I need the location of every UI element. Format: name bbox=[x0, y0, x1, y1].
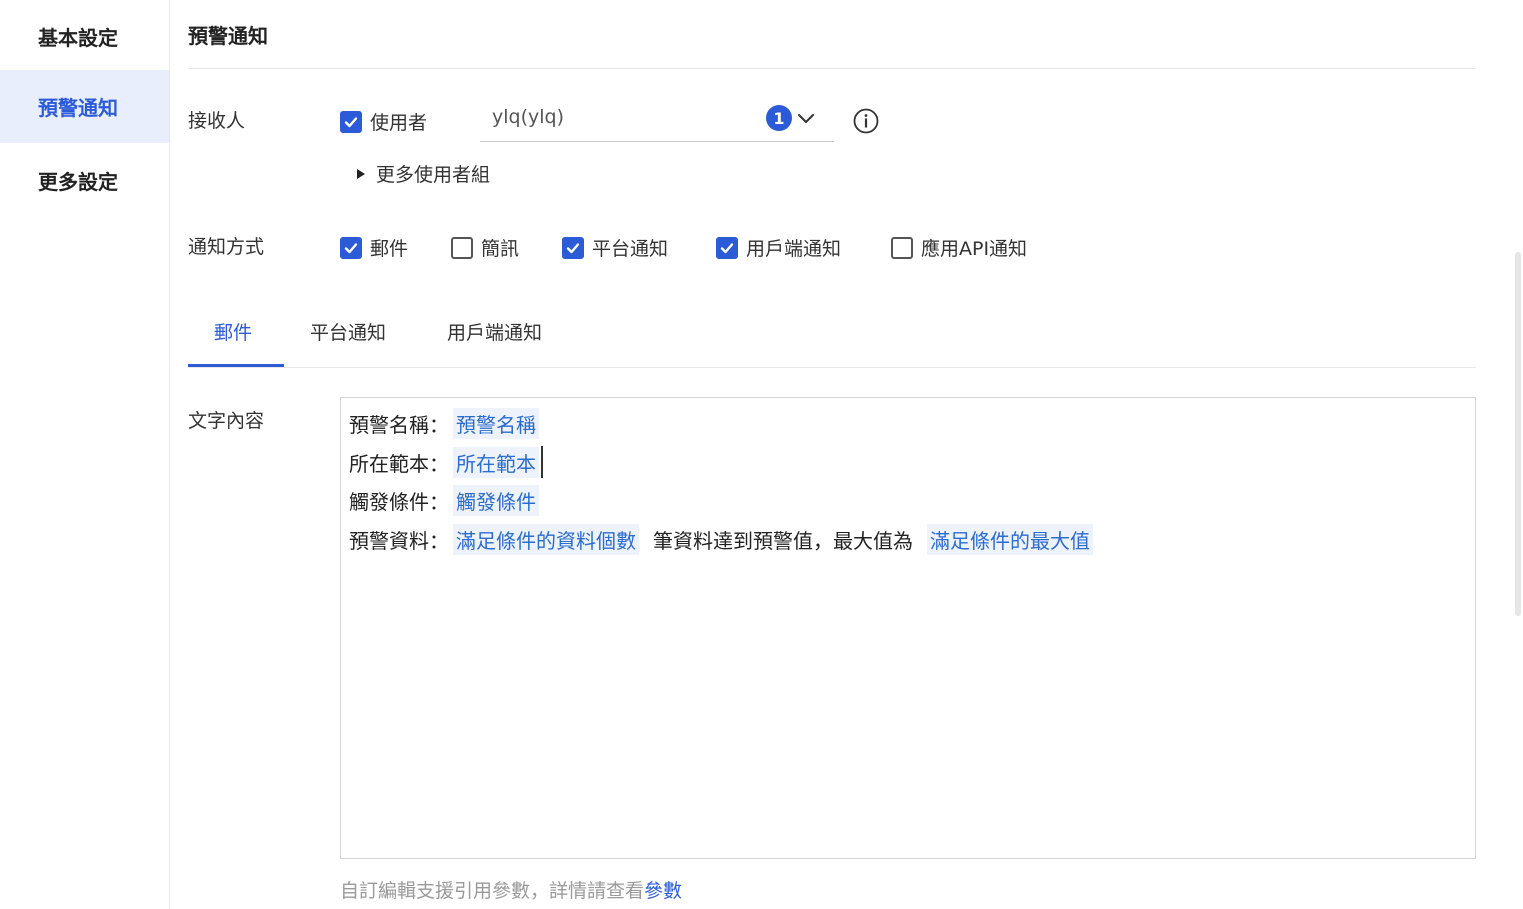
hint-text: 自訂編輯支援引用參數，詳情請查看 bbox=[340, 880, 645, 902]
checkbox-label: 平台通知 bbox=[592, 238, 669, 260]
line-prefix: 所在範本： bbox=[349, 451, 449, 476]
method-checkbox-email[interactable]: 郵件 bbox=[340, 234, 408, 261]
user-checkbox[interactable]: 使用者 bbox=[340, 108, 427, 135]
content-editor[interactable]: 預警名稱： 預警名稱 所在範本： 所在範本 觸發條件： 觸發條件 預警資料： 滿… bbox=[340, 397, 1476, 859]
line-prefix: 預警名稱： bbox=[349, 413, 449, 437]
sidebar-item-label: 更多設定 bbox=[38, 170, 118, 194]
sidebar-item-alert-notification[interactable]: 預警通知 bbox=[0, 70, 169, 143]
divider bbox=[188, 68, 1476, 69]
tabs-divider bbox=[188, 367, 1476, 368]
check-icon bbox=[720, 242, 734, 253]
checkbox-box[interactable] bbox=[891, 236, 913, 259]
more-user-groups-label: 更多使用者組 bbox=[376, 164, 491, 186]
line-middle-text: 筆資料達到預警值，最大值為 bbox=[653, 529, 913, 553]
method-checkbox-api[interactable]: 應用API通知 bbox=[891, 234, 1027, 261]
sidebar-item-more-settings[interactable]: 更多設定 bbox=[0, 144, 169, 217]
sidebar-item-label: 預警通知 bbox=[38, 96, 118, 120]
editor-line: 預警名稱： 預警名稱 bbox=[349, 408, 539, 439]
line-prefix: 觸發條件： bbox=[349, 490, 449, 514]
caret-right-icon bbox=[357, 168, 365, 179]
main-panel: 預警通知 接收人 使用者 ylq(ylq) 1 更多使用者組 通知方式 郵件 簡… bbox=[188, 0, 1476, 909]
scrollbar[interactable] bbox=[1515, 252, 1521, 616]
checkbox-box[interactable] bbox=[716, 236, 738, 259]
checkbox-box[interactable] bbox=[340, 236, 362, 259]
params-link[interactable]: 參數 bbox=[644, 880, 682, 902]
editor-line: 預警資料： 滿足條件的資料個數 筆資料達到預警值，最大值為 滿足條件的最大值 bbox=[349, 524, 1093, 555]
param-tag[interactable]: 滿足條件的資料個數 bbox=[453, 524, 639, 555]
method-checkbox-client[interactable]: 用戶端通知 bbox=[716, 234, 841, 261]
line-prefix: 預警資料： bbox=[349, 529, 449, 553]
notification-method-label: 通知方式 bbox=[188, 236, 265, 258]
tab-email[interactable]: 郵件 bbox=[214, 318, 252, 345]
sidebar: 基本設定 預警通知 更多設定 bbox=[0, 0, 170, 909]
check-icon bbox=[344, 116, 358, 127]
editor-hint: 自訂編輯支援引用參數，詳情請查看參數 bbox=[340, 876, 682, 903]
user-select[interactable]: ylq(ylq) 1 bbox=[480, 98, 834, 142]
param-tag[interactable]: 滿足條件的最大值 bbox=[927, 524, 1093, 555]
param-tag[interactable]: 觸發條件 bbox=[453, 485, 539, 516]
more-user-groups-toggle[interactable]: 更多使用者組 bbox=[356, 160, 490, 187]
checkbox-label: 簡訊 bbox=[481, 238, 520, 260]
tab-client[interactable]: 用戶端通知 bbox=[447, 318, 542, 345]
info-icon[interactable] bbox=[853, 108, 879, 134]
tab-platform[interactable]: 平台通知 bbox=[310, 318, 386, 345]
method-checkbox-platform[interactable]: 平台通知 bbox=[562, 234, 668, 261]
editor-line: 觸發條件： 觸發條件 bbox=[349, 485, 539, 516]
check-icon bbox=[566, 242, 580, 253]
checkbox-label: 使用者 bbox=[370, 112, 428, 134]
section-title: 預警通知 bbox=[188, 24, 268, 48]
selected-count-badge: 1 bbox=[766, 105, 792, 131]
recipients-label: 接收人 bbox=[188, 110, 246, 132]
checkbox-label: 應用API通知 bbox=[921, 238, 1028, 260]
check-icon bbox=[344, 242, 358, 253]
select-value: ylq(ylq) bbox=[492, 106, 564, 128]
content-label: 文字內容 bbox=[188, 410, 265, 432]
checkbox-box[interactable] bbox=[340, 110, 362, 133]
editor-line: 所在範本： 所在範本 bbox=[349, 446, 543, 478]
sidebar-item-label: 基本設定 bbox=[38, 26, 118, 50]
param-tag[interactable]: 預警名稱 bbox=[453, 408, 539, 439]
checkbox-label: 用戶端通知 bbox=[746, 238, 842, 260]
text-cursor bbox=[541, 446, 543, 478]
checkbox-box[interactable] bbox=[562, 236, 584, 259]
checkbox-box[interactable] bbox=[451, 236, 473, 259]
sidebar-item-basic-settings[interactable]: 基本設定 bbox=[0, 0, 169, 73]
param-tag[interactable]: 所在範本 bbox=[453, 446, 539, 478]
chevron-down-icon[interactable] bbox=[796, 108, 816, 128]
method-checkbox-sms[interactable]: 簡訊 bbox=[451, 234, 519, 261]
checkbox-label: 郵件 bbox=[370, 238, 409, 260]
